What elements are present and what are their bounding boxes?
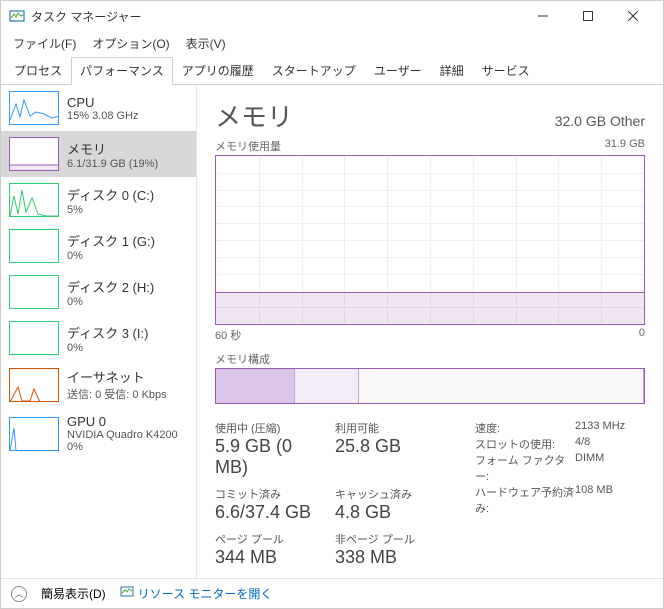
fewer-details-button[interactable]: 簡易表示(D)	[41, 585, 106, 602]
sidebar-item-name: ディスク 2 (H:)	[67, 277, 154, 296]
speed-v: 2133 MHz	[575, 420, 625, 436]
sidebar-item-sub: 0%	[67, 250, 155, 262]
paged-label: ページ プール	[215, 531, 325, 547]
titlebar: タスク マネージャー	[1, 1, 663, 31]
in-use-value: 5.9 GB (0 MB)	[215, 436, 325, 478]
sidebar-thumb-icon	[9, 229, 59, 263]
paged-value: 344 MB	[215, 547, 325, 568]
sidebar-thumb-icon	[9, 183, 59, 217]
tab-0[interactable]: プロセス	[5, 57, 71, 85]
sidebar: CPU15% 3.08 GHzメモリ6.1/31.9 GB (19%)ディスク …	[1, 85, 197, 578]
sidebar-item-sub: 6.1/31.9 GB (19%)	[67, 158, 158, 170]
commit-value: 6.6/37.4 GB	[215, 502, 325, 523]
sidebar-item-name: ディスク 0 (C:)	[67, 185, 154, 204]
tab-6[interactable]: サービス	[473, 57, 539, 85]
tab-3[interactable]: スタートアップ	[263, 57, 365, 85]
sidebar-item-sub: 0%	[67, 342, 148, 354]
menubar: ファイル(F) オプション(O) 表示(V)	[1, 31, 663, 56]
sidebar-item-4[interactable]: ディスク 2 (H:)0%	[1, 269, 196, 315]
page-title: メモリ	[215, 97, 293, 134]
open-resmon-link[interactable]: リソース モニターを開く	[120, 585, 273, 602]
sidebar-thumb-icon	[9, 417, 59, 451]
composition-label: メモリ構成	[215, 351, 645, 367]
cached-value: 4.8 GB	[335, 502, 445, 523]
sidebar-item-name: GPU 0	[67, 414, 178, 429]
nonpaged-label: 非ページ プール	[335, 531, 445, 547]
sidebar-thumb-icon	[9, 321, 59, 355]
content: CPU15% 3.08 GHzメモリ6.1/31.9 GB (19%)ディスク …	[1, 85, 663, 578]
window-title: タスク マネージャー	[31, 8, 520, 25]
menu-view[interactable]: 表示(V)	[180, 33, 232, 54]
sidebar-item-sub: 5%	[67, 204, 154, 216]
memory-capacity: 32.0 GB Other	[555, 113, 645, 129]
sidebar-thumb-icon	[9, 368, 59, 402]
slots-k: スロットの使用:	[475, 436, 575, 452]
form-k: フォーム ファクター:	[475, 452, 575, 484]
sidebar-item-name: イーサネット	[67, 367, 167, 386]
sidebar-item-name: CPU	[67, 95, 139, 110]
memory-usage-chart[interactable]	[215, 155, 645, 325]
usage-chart-label: メモリ使用量	[215, 138, 281, 154]
speed-k: 速度:	[475, 420, 575, 436]
usage-chart-max: 31.9 GB	[605, 138, 645, 154]
slots-v: 4/8	[575, 436, 590, 452]
nonpaged-value: 338 MB	[335, 547, 445, 568]
menu-file[interactable]: ファイル(F)	[7, 33, 82, 54]
sidebar-item-name: ディスク 1 (G:)	[67, 231, 155, 250]
hw-k: ハードウェア予約済み:	[475, 484, 575, 516]
tab-4[interactable]: ユーザー	[365, 57, 431, 85]
maximize-button[interactable]	[565, 2, 610, 30]
sidebar-item-sub: NVIDIA Quadro K42000%	[67, 429, 178, 453]
sidebar-item-sub: 0%	[67, 296, 154, 308]
memory-composition-chart[interactable]	[215, 368, 645, 404]
avail-label: 利用可能	[335, 420, 445, 436]
sidebar-item-6[interactable]: イーサネット送信: 0 受信: 0 Kbps	[1, 361, 196, 408]
main-panel: メモリ 32.0 GB Other メモリ使用量 31.9 GB 60 秒 0 …	[197, 85, 663, 578]
sidebar-thumb-icon	[9, 91, 59, 125]
tabs: プロセスパフォーマンスアプリの履歴スタートアップユーザー詳細サービス	[1, 56, 663, 85]
form-v: DIMM	[575, 452, 604, 484]
composition-segment	[359, 369, 644, 403]
sidebar-item-sub: 送信: 0 受信: 0 Kbps	[67, 386, 167, 402]
sidebar-item-7[interactable]: GPU 0NVIDIA Quadro K42000%	[1, 408, 196, 459]
chevron-up-icon[interactable]: ︿	[11, 586, 27, 602]
sidebar-item-0[interactable]: CPU15% 3.08 GHz	[1, 85, 196, 131]
menu-options[interactable]: オプション(O)	[86, 33, 175, 54]
stats: 使用中 (圧縮)5.9 GB (0 MB) 利用可能25.8 GB コミット済み…	[215, 420, 645, 574]
commit-label: コミット済み	[215, 486, 325, 502]
close-button[interactable]	[610, 2, 655, 30]
cached-label: キャッシュ済み	[335, 486, 445, 502]
tab-2[interactable]: アプリの履歴	[173, 57, 263, 85]
axis-right: 0	[639, 327, 645, 343]
statusbar: ︿ 簡易表示(D) リソース モニターを開く	[1, 578, 663, 608]
sidebar-item-5[interactable]: ディスク 3 (I:)0%	[1, 315, 196, 361]
window-controls	[520, 2, 655, 30]
app-icon	[9, 8, 25, 24]
sidebar-thumb-icon	[9, 137, 59, 171]
axis-left: 60 秒	[215, 327, 241, 343]
sidebar-item-2[interactable]: ディスク 0 (C:)5%	[1, 177, 196, 223]
in-use-label: 使用中 (圧縮)	[215, 420, 325, 436]
resmon-icon	[120, 585, 134, 602]
minimize-button[interactable]	[520, 2, 565, 30]
sidebar-item-3[interactable]: ディスク 1 (G:)0%	[1, 223, 196, 269]
composition-segment	[295, 369, 359, 403]
sidebar-thumb-icon	[9, 275, 59, 309]
sidebar-item-sub: 15% 3.08 GHz	[67, 110, 139, 122]
sidebar-item-name: メモリ	[67, 139, 158, 158]
specs: 速度:2133 MHz スロットの使用:4/8 フォーム ファクター:DIMM …	[475, 420, 625, 574]
composition-segment	[216, 369, 295, 403]
hw-v: 108 MB	[575, 484, 613, 516]
sidebar-item-1[interactable]: メモリ6.1/31.9 GB (19%)	[1, 131, 196, 177]
avail-value: 25.8 GB	[335, 436, 445, 457]
sidebar-item-name: ディスク 3 (I:)	[67, 323, 148, 342]
tab-5[interactable]: 詳細	[431, 57, 473, 85]
tab-1[interactable]: パフォーマンス	[71, 57, 173, 85]
